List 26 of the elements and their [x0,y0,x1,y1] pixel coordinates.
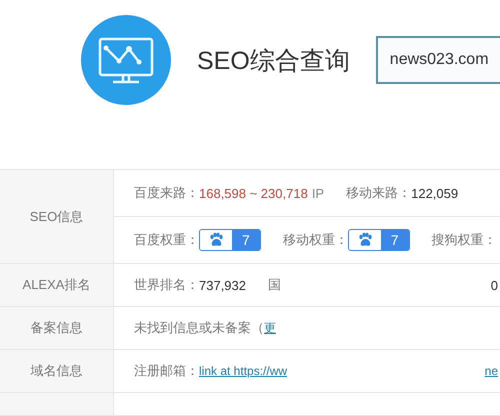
weight-badge: 7 [348,229,410,251]
page-title: SEO综合查询 [197,46,350,76]
field-label: 百度来路： [134,184,199,202]
weight-badge: 7 [199,229,261,251]
field-label: 未找到信息或未备案（ [134,319,264,337]
field-label: 移动来路： [346,184,412,202]
link[interactable]: ne [484,364,498,378]
traffic-range: 168,598 ~ 230,718 [199,186,308,200]
field-label: 注册邮箱： [134,362,199,380]
row-label: 备案信息 [0,307,114,349]
field-label: 搜狗权重： [432,231,497,249]
row-label: SEO信息 [0,170,114,263]
link[interactable]: link at https://ww [199,364,288,378]
field-value: 737,932 [199,278,246,292]
row-label: 域名信息 [0,350,114,392]
field-label: 移动权重： [282,231,348,249]
monitor-chart-logo-icon [81,15,171,105]
domain-input-field[interactable]: news023.com [376,36,500,84]
field-label: 国 [268,276,281,294]
field-value: 0 [490,278,498,292]
row-label: ALEXA排名 [0,264,114,306]
field-label: 世界排名： [134,276,199,294]
field-label: 百度权重： [134,231,199,249]
field-value: 122,059 [411,186,458,200]
unit-text: IP [312,186,324,200]
link[interactable]: 更 [264,320,276,336]
